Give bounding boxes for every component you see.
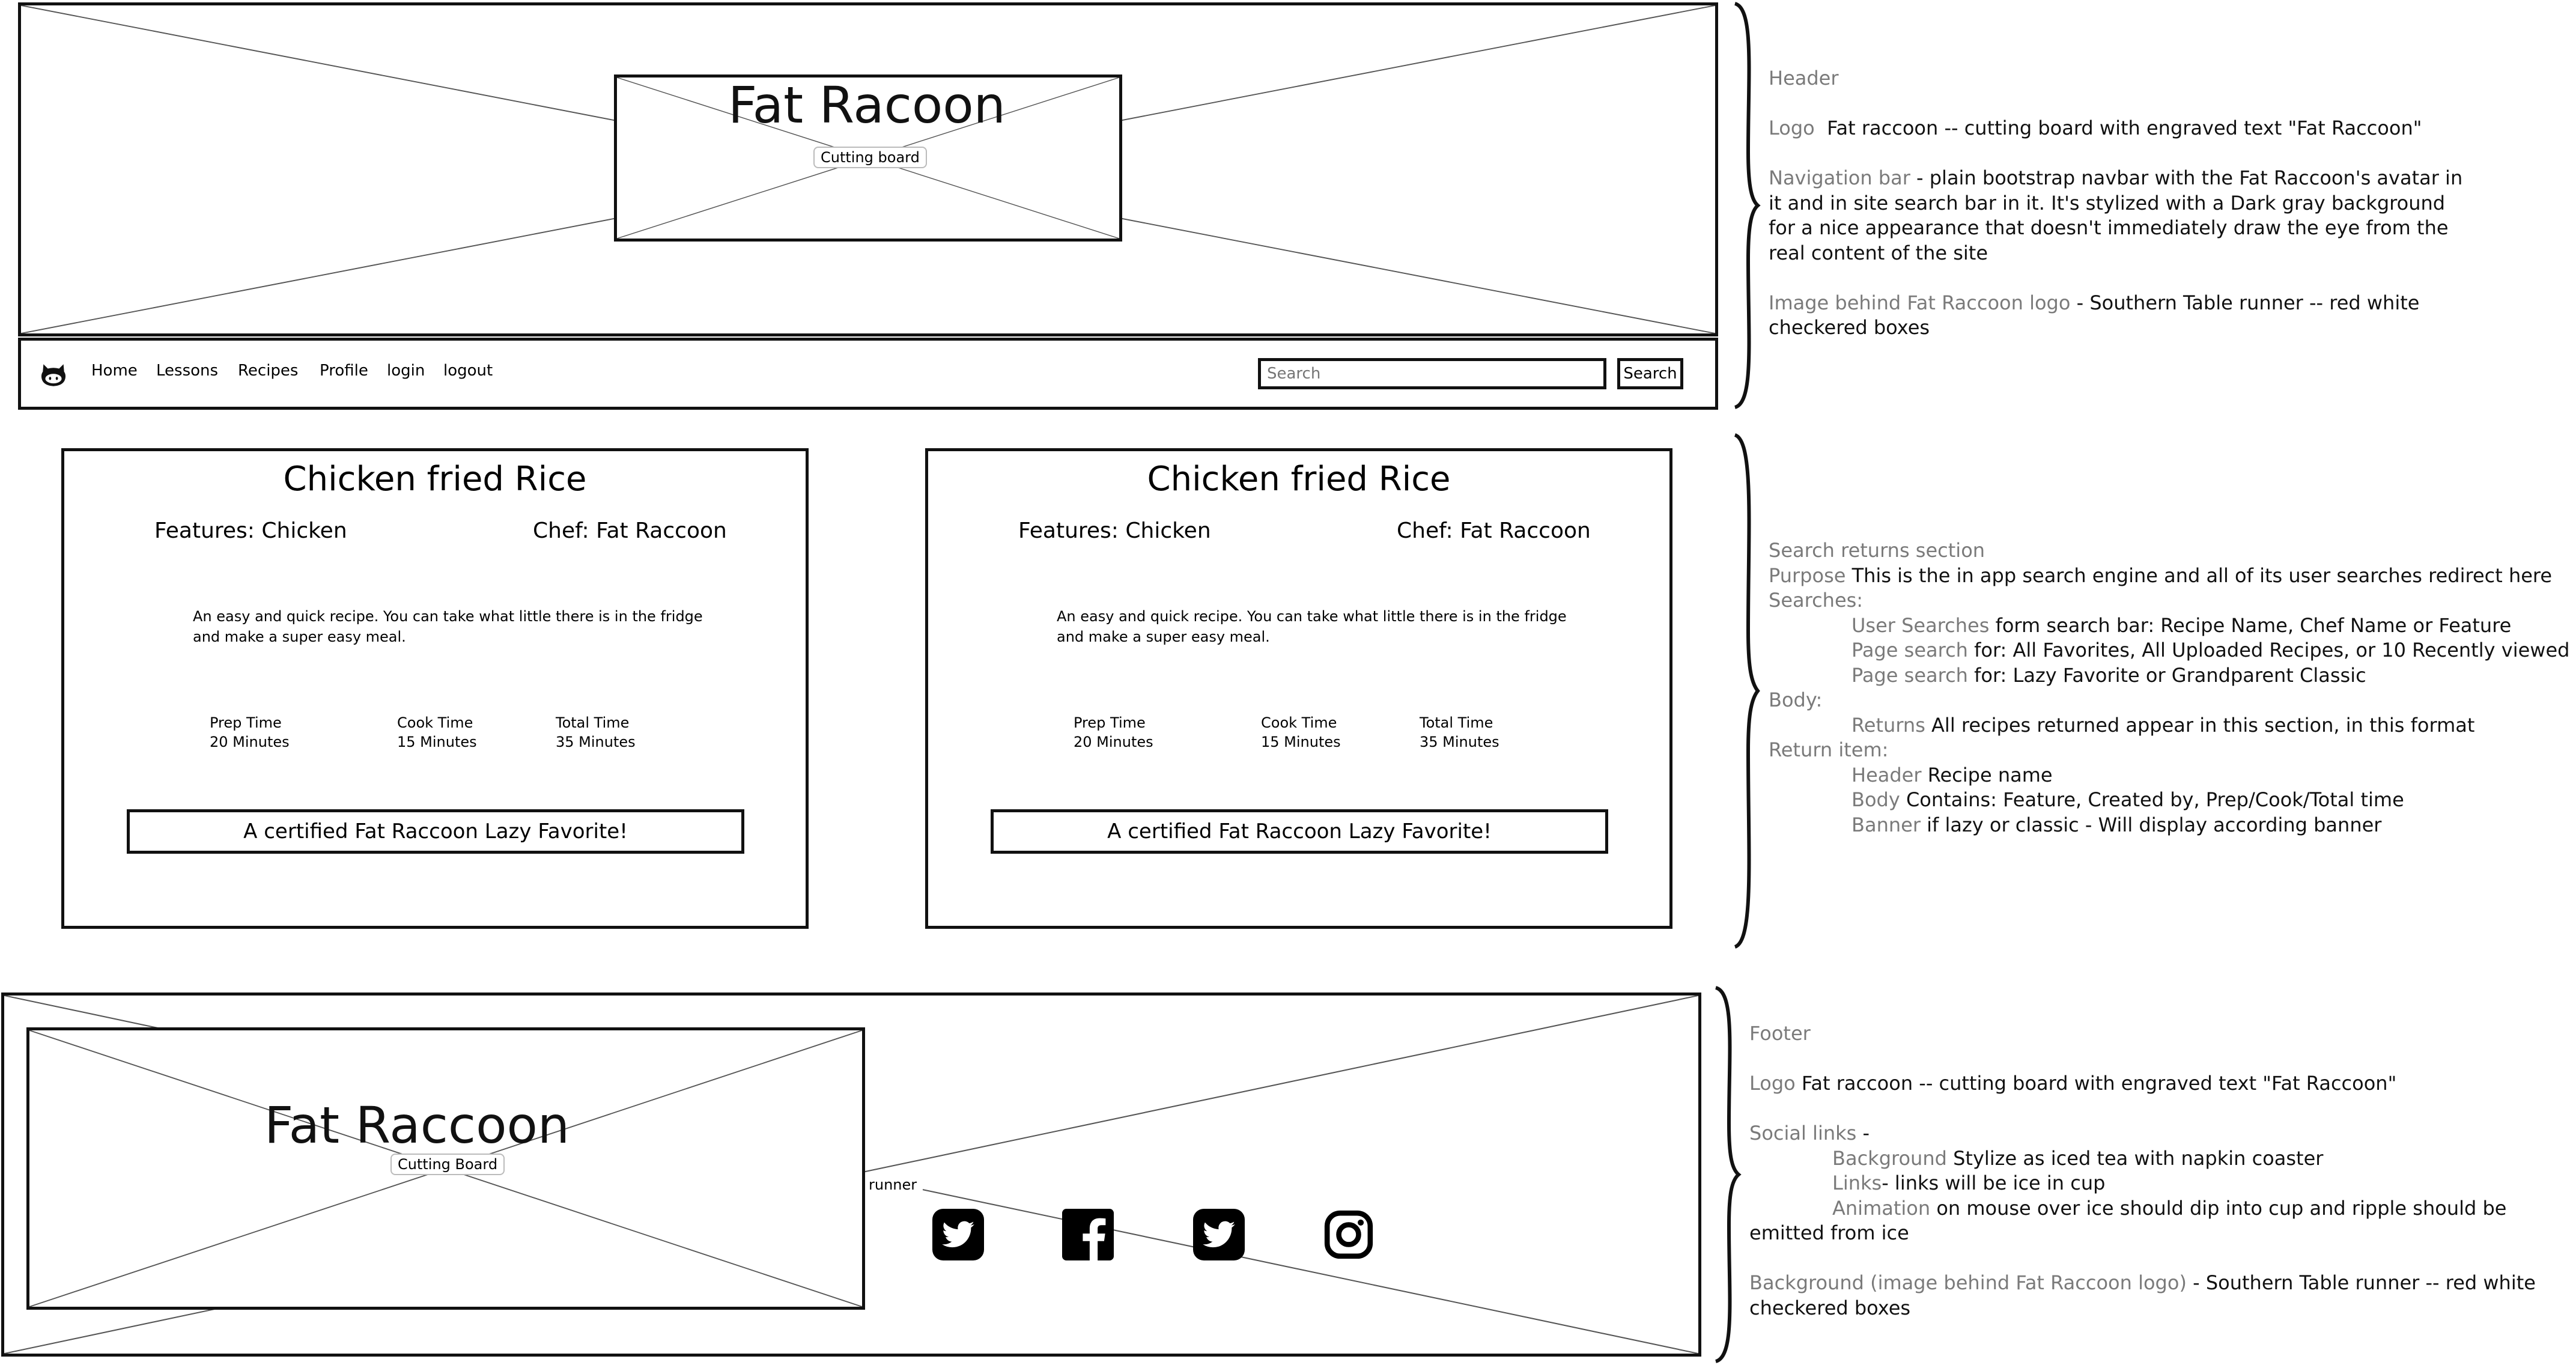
nav-lessons[interactable]: Lessons [156,362,218,380]
note-text: - Southern Table runner -- red white [2186,1271,2536,1294]
note-text: checkered boxes [1749,1296,1911,1319]
footer-logo-tag: Cutting Board [390,1154,505,1175]
cook-time-value: 15 Minutes [1261,734,1341,750]
nav-login[interactable]: login [387,362,425,380]
nav-profile[interactable]: Profile [320,362,368,380]
note-title: Search returns section [1769,539,1985,562]
note-text: it and in site search bar in it. It's st… [1769,191,2446,214]
note-text: - Southern Table runner -- red white [2070,291,2420,314]
instagram-icon[interactable] [1323,1209,1375,1260]
note-text: emitted from ice [1749,1221,1909,1244]
recipe-chef: Chef: Fat Raccoon [1397,518,1591,543]
note-label: Image behind Fat Raccoon logo [1769,291,2071,314]
total-time-label: Total Time [1420,714,1493,731]
total-time-value: 35 Minutes [556,734,636,750]
footer-logo-text[interactable]: Fat Raccoon [264,1096,570,1155]
recipe-card[interactable]: Chicken fried Rice Features: Chicken Che… [925,448,1672,929]
lazy-favorite-banner: A certified Fat Raccoon Lazy Favorite! [127,809,744,854]
note-label: Return item: [1769,738,1889,761]
recipe-card[interactable]: Chicken fried Rice Features: Chicken Che… [61,448,809,929]
cook-time-label: Cook Time [1261,714,1337,731]
note-label: Searches: [1769,589,1864,612]
recipe-features: Features: Chicken [1018,518,1211,543]
footer-notes: Footer Logo Fat raccoon -- cutting board… [1749,1021,2536,1321]
note-label: Page search [1852,663,1968,687]
note-text: Stylize as iced tea with napkin coaster [1946,1146,2324,1170]
recipe-title[interactable]: Chicken fried Rice [928,460,1669,499]
search-input[interactable] [1258,358,1606,389]
note-label: Logo [1749,1072,1796,1095]
note-text: Fat raccoon -- cutting board with engrav… [1827,117,2422,139]
note-text: Recipe name [1921,763,2053,786]
footer-runner-tag: runner [863,1175,923,1194]
header-notes: Header Logo Fat raccoon -- cutting board… [1769,66,2462,341]
note-label: Returns [1852,713,1925,737]
header-logo-text[interactable]: Fat Racoon [728,76,1006,135]
note-label: Logo [1769,117,1815,139]
note-text: if lazy or classic - Will display accord… [1920,813,2382,836]
note-label: Social links [1749,1122,1857,1145]
note-text: real content of the site [1769,241,1988,264]
twitter-icon[interactable] [1193,1209,1245,1260]
note-text: on mouse over ice should dip into cup an… [1930,1196,2507,1220]
note-label: Purpose [1769,564,1846,587]
cook-time-label: Cook Time [397,714,473,731]
note-text: - [1856,1122,1870,1145]
note-label: Body [1852,788,1900,811]
note-label: Animation [1832,1196,1931,1220]
note-text: Contains: Feature, Created by, Prep/Cook… [1900,788,2404,811]
note-text: This is the in app search engine and all… [1845,564,2553,587]
note-text: for: Lazy Favorite or Grandparent Classi… [1967,663,2366,687]
search-notes: Search returns section Purpose This is t… [1769,538,2569,838]
recipe-title[interactable]: Chicken fried Rice [64,460,806,499]
note-text: form search bar: Recipe Name, Chef Name … [1989,613,2512,637]
total-time-label: Total Time [556,714,630,731]
prep-time-value: 20 Minutes [1074,734,1153,750]
footer-annotation-brace [1715,986,1742,1363]
note-title: Header [1769,67,1839,90]
prep-time-label: Prep Time [1074,714,1146,731]
prep-time-value: 20 Minutes [210,734,290,750]
note-label: Background [1832,1146,1947,1170]
header-annotation-brace [1734,2,1761,409]
twitter-icon[interactable] [932,1209,984,1260]
note-label: Header [1852,763,1922,786]
recipe-chef: Chef: Fat Raccoon [533,518,727,543]
recipe-description: An easy and quick recipe. You can take w… [1057,608,1567,645]
search-button[interactable]: Search [1617,358,1683,389]
note-label: Body: [1769,689,1823,711]
prep-time-label: Prep Time [210,714,282,731]
nav-home[interactable]: Home [91,362,138,380]
recipe-description: An easy and quick recipe. You can take w… [193,608,703,645]
nav-logout[interactable]: logout [443,362,493,380]
note-label: Background (image behind Fat Raccoon log… [1749,1271,2187,1294]
facebook-icon[interactable] [1062,1209,1114,1260]
note-text: for a nice appearance that doesn't immed… [1769,216,2449,239]
note-label: Navigation bar [1769,166,1910,189]
note-label: Page search [1852,639,1968,661]
github-avatar-icon[interactable] [38,360,68,391]
note-label: User Searches [1852,613,1990,637]
recipe-features: Features: Chicken [154,518,347,543]
note-text: - links will be ice in cup [1882,1172,2106,1194]
search-annotation-brace [1734,433,1760,949]
cook-time-value: 15 Minutes [397,734,477,750]
lazy-favorite-banner: A certified Fat Raccoon Lazy Favorite! [991,809,1608,854]
nav-recipes[interactable]: Recipes [238,362,298,380]
total-time-value: 35 Minutes [1420,734,1499,750]
note-title: Footer [1749,1022,1811,1045]
note-text: - plain bootstrap navbar with the Fat Ra… [1910,166,2463,189]
note-text: for: All Favorites, All Uploaded Recipes… [1967,639,2570,661]
note-label: Links [1832,1172,1882,1194]
note-label: Banner [1852,813,1921,836]
note-text: checkered boxes [1769,316,1930,339]
note-text: All recipes returned appear in this sect… [1925,713,2475,737]
header-logo-tag: Cutting board [813,147,927,168]
note-text: Fat raccoon -- cutting board with engrav… [1795,1072,2397,1095]
